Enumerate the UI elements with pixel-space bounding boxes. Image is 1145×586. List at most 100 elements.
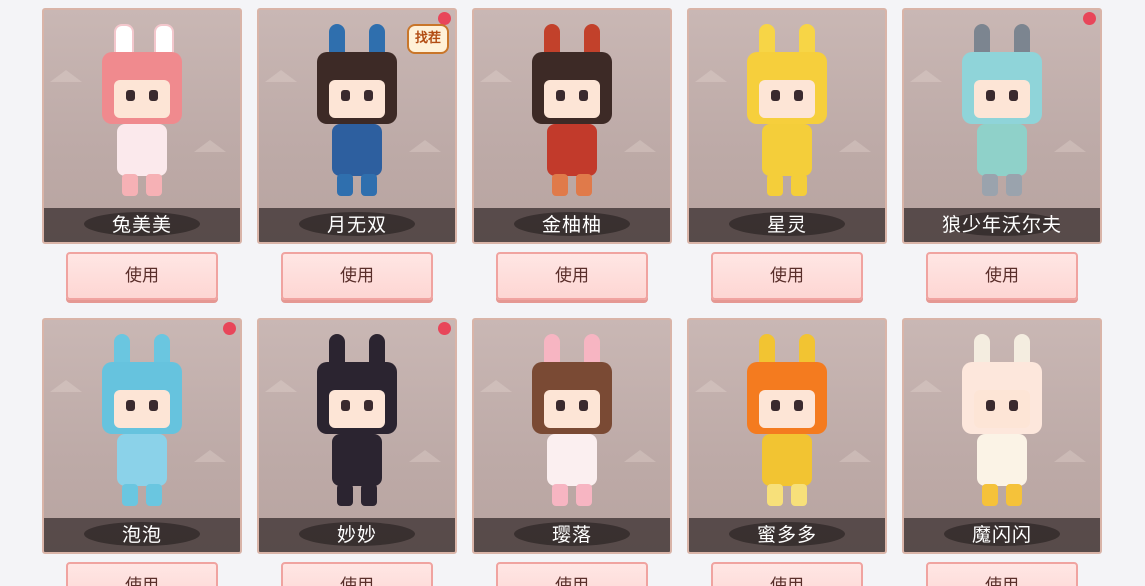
skin-avatar (522, 334, 622, 512)
star-decoration (265, 70, 297, 82)
avatar-eye (1009, 90, 1018, 101)
avatar-body (547, 434, 597, 486)
avatar-face (974, 80, 1030, 118)
skin-avatar (952, 334, 1052, 512)
avatar-body (977, 124, 1027, 176)
star-decoration (50, 380, 82, 392)
avatar-face (329, 80, 385, 118)
avatar-eye (986, 400, 995, 411)
skin-name-bar: 魔闪闪 (904, 518, 1100, 552)
avatar-leg (361, 174, 377, 196)
avatar-eye (1009, 400, 1018, 411)
star-decoration (695, 70, 727, 82)
use-button[interactable]: 使用 (281, 252, 433, 300)
star-decoration (624, 140, 656, 152)
skin-card[interactable]: 璎落 (472, 318, 672, 554)
star-decoration (409, 140, 441, 152)
avatar-body (332, 124, 382, 176)
avatar-leg (791, 174, 807, 196)
star-decoration (409, 450, 441, 462)
skin-name: 妙妙 (336, 524, 377, 546)
avatar-eye (771, 90, 780, 101)
skin-name-bar: 兔美美 (44, 208, 240, 242)
avatar-eye (986, 90, 995, 101)
new-indicator-dot (1083, 12, 1096, 25)
skin-avatar (92, 24, 192, 202)
avatar-eye (556, 400, 565, 411)
star-decoration (695, 380, 727, 392)
skin-name: 魔闪闪 (971, 524, 1032, 546)
avatar-body (762, 434, 812, 486)
avatar-eye (341, 400, 350, 411)
avatar-face (114, 80, 170, 118)
skin-avatar (307, 334, 407, 512)
star-decoration (910, 380, 942, 392)
use-button[interactable]: 使用 (66, 252, 218, 300)
star-decoration (910, 70, 942, 82)
skin-name-bar: 蜜多多 (689, 518, 885, 552)
avatar-leg (552, 484, 568, 506)
skin-card[interactable]: 兔美美 (42, 8, 242, 244)
skin-card[interactable]: 魔闪闪 (902, 318, 1102, 554)
avatar-leg (337, 484, 353, 506)
avatar-leg (122, 174, 138, 196)
avatar-face (974, 390, 1030, 428)
skin-name: 金柚柚 (541, 214, 602, 236)
skin-avatar (522, 24, 622, 202)
star-decoration (624, 450, 656, 462)
skin-card[interactable]: 星灵 (687, 8, 887, 244)
use-button[interactable]: 使用 (926, 252, 1078, 300)
skin-card[interactable]: 月无双 找茬 (257, 8, 457, 244)
use-button[interactable]: 使用 (281, 562, 433, 586)
avatar-leg (767, 484, 783, 506)
use-button[interactable]: 使用 (711, 562, 863, 586)
star-decoration (839, 140, 871, 152)
skin-avatar (737, 24, 837, 202)
skin-card[interactable]: 蜜多多 (687, 318, 887, 554)
skin-card[interactable]: 泡泡 (42, 318, 242, 554)
skin-card[interactable]: 妙妙 (257, 318, 457, 554)
avatar-leg (552, 174, 568, 196)
avatar-eye (579, 90, 588, 101)
skin-card[interactable]: 金柚柚 (472, 8, 672, 244)
avatar-body (117, 124, 167, 176)
avatar-body (332, 434, 382, 486)
avatar-leg (1006, 174, 1022, 196)
skin-avatar (92, 334, 192, 512)
star-decoration (480, 380, 512, 392)
skin-card[interactable]: 狼少年沃尔夫 (902, 8, 1102, 244)
avatar-face (544, 80, 600, 118)
use-button[interactable]: 使用 (496, 252, 648, 300)
skin-name: 璎落 (551, 524, 592, 546)
new-indicator-dot (223, 322, 236, 335)
skin-avatar (952, 24, 1052, 202)
avatar-leg (337, 174, 353, 196)
skin-name: 泡泡 (121, 524, 162, 546)
use-button[interactable]: 使用 (926, 562, 1078, 586)
star-decoration (1054, 450, 1086, 462)
avatar-eye (341, 90, 350, 101)
avatar-eye (364, 90, 373, 101)
avatar-eye (794, 90, 803, 101)
avatar-eye (149, 90, 158, 101)
use-button[interactable]: 使用 (496, 562, 648, 586)
star-decoration (50, 70, 82, 82)
avatar-leg (122, 484, 138, 506)
avatar-face (759, 80, 815, 118)
skin-name-bar: 狼少年沃尔夫 (904, 208, 1100, 242)
use-button[interactable]: 使用 (711, 252, 863, 300)
avatar-leg (361, 484, 377, 506)
skin-name-bar: 泡泡 (44, 518, 240, 552)
avatar-eye (771, 400, 780, 411)
avatar-leg (146, 174, 162, 196)
skin-name-bar: 星灵 (689, 208, 885, 242)
skin-name: 星灵 (766, 214, 807, 236)
skin-name-bar: 金柚柚 (474, 208, 670, 242)
avatar-eye (149, 400, 158, 411)
avatar-body (977, 434, 1027, 486)
avatar-face (329, 390, 385, 428)
avatar-eye (364, 400, 373, 411)
star-decoration (480, 70, 512, 82)
use-button[interactable]: 使用 (66, 562, 218, 586)
star-decoration (265, 380, 297, 392)
